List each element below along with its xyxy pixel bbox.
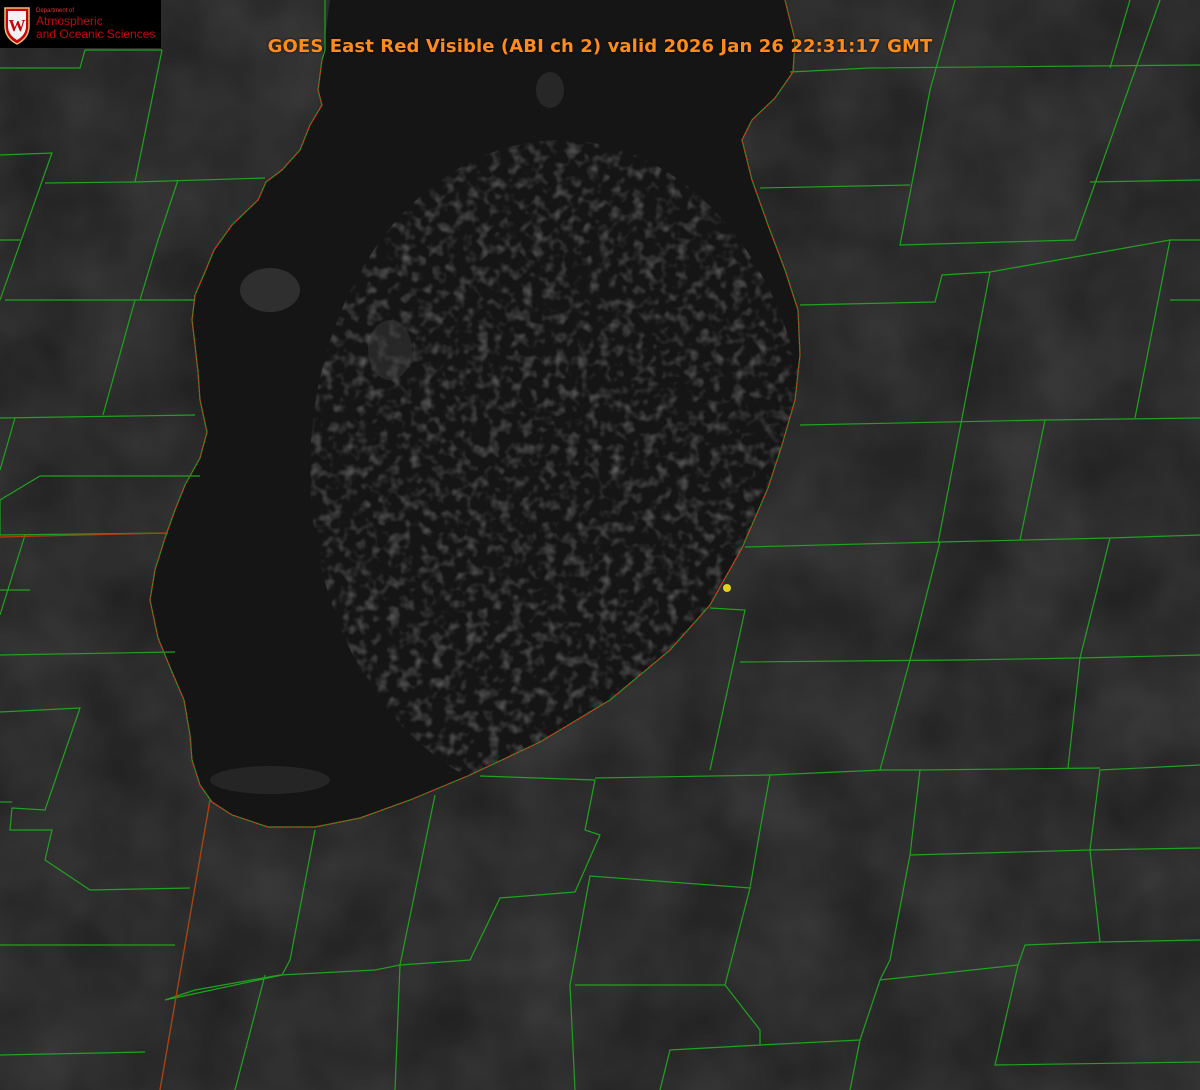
logo-line-1: Atmospheric <box>36 14 103 28</box>
satellite-image <box>0 0 1200 1090</box>
svg-text:W: W <box>9 16 26 35</box>
uw-crest-icon: W <box>4 7 30 45</box>
location-marker <box>723 584 731 592</box>
logo-line-2: and Oceanic Sciences <box>36 27 156 41</box>
aos-logo: W Department of Atmospheric and Oceanic … <box>0 0 161 48</box>
